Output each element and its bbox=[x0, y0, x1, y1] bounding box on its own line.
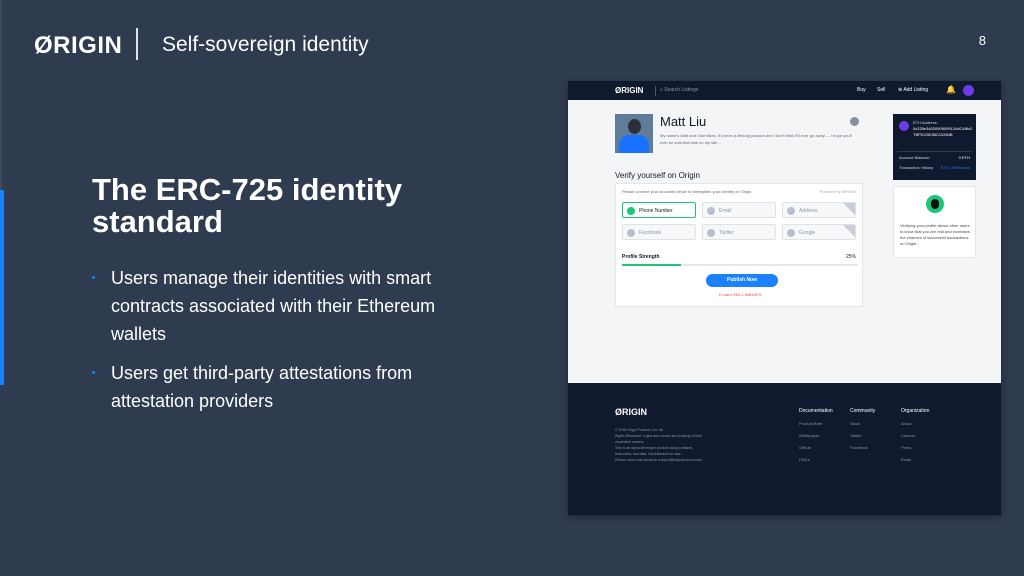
page-number: 8 bbox=[978, 33, 986, 48]
slide-edge-strip bbox=[0, 0, 2, 190]
attestation-twitter[interactable]: Twitter bbox=[702, 224, 776, 240]
google-icon bbox=[787, 229, 795, 237]
profile-photo bbox=[615, 114, 653, 153]
header-divider bbox=[136, 28, 138, 60]
facebook-icon bbox=[627, 229, 635, 237]
locked-corner-icon bbox=[843, 225, 855, 237]
wallet-avatar-icon bbox=[899, 121, 909, 131]
verify-footer-note: To earn SKILL BADGES bbox=[718, 292, 762, 297]
profile-strength-label: Profile Strength bbox=[622, 254, 660, 260]
footer-link[interactable]: Press bbox=[901, 445, 929, 450]
attestation-label: Email bbox=[719, 208, 732, 214]
nav-sell-link[interactable]: Sell bbox=[877, 87, 885, 93]
nav-divider bbox=[655, 86, 656, 96]
profile-body-shape bbox=[619, 135, 649, 153]
app-logo[interactable]: ØRIGIN bbox=[615, 86, 643, 95]
footer-heading: Organization bbox=[901, 408, 930, 414]
footer-link[interactable]: Slack bbox=[850, 421, 875, 426]
wallet-divider bbox=[897, 151, 972, 152]
verify-card: Please connect your accounts below to st… bbox=[615, 183, 863, 307]
verify-title: Verify yourself on Origin bbox=[615, 171, 700, 180]
bullet-list: Users manage their identities with smart… bbox=[92, 264, 472, 426]
app-footer: ØRIGIN © 2018 Origin Protocol, Inc. All … bbox=[568, 383, 1001, 515]
tip-text: Verifying your profile allows other user… bbox=[900, 223, 970, 246]
copyright-line: Please report any issues to support@orig… bbox=[615, 458, 703, 462]
attestation-facebook[interactable]: Facebook bbox=[622, 224, 696, 240]
twitter-icon bbox=[707, 229, 715, 237]
footer-link[interactable]: Twitter bbox=[850, 433, 875, 438]
bullet-item: Users manage their identities with smart… bbox=[92, 264, 472, 348]
account-balance-label: Account Balance: bbox=[899, 155, 931, 160]
attestation-label: Phone Number bbox=[639, 208, 673, 214]
phone-icon bbox=[627, 207, 635, 215]
origin-logo: ØRIGIN bbox=[34, 32, 123, 59]
bell-icon[interactable]: 🔔 bbox=[946, 85, 956, 94]
slide-subtitle: Self-sovereign identity bbox=[162, 33, 369, 56]
locked-corner-icon bbox=[843, 203, 855, 215]
edit-profile-icon[interactable] bbox=[850, 117, 859, 126]
footer-link[interactable]: About bbox=[901, 421, 929, 426]
footer-column-documentation: Documentation Product Brief Whitepaper G… bbox=[799, 408, 833, 469]
profile-strength-fill bbox=[622, 264, 681, 266]
footer-link[interactable]: Product Brief bbox=[799, 421, 833, 426]
eth-address-value: 0x225e34020909099124dC4f6c2TBFDC5D38C102… bbox=[913, 126, 973, 137]
add-listing-label: Add Listing bbox=[903, 87, 929, 93]
email-icon bbox=[707, 207, 715, 215]
transaction-history-label: Transaction History bbox=[899, 165, 934, 170]
profile-strength-value: 25% bbox=[845, 254, 856, 260]
bullet-dot-icon bbox=[92, 276, 95, 279]
footer-heading: Documentation bbox=[799, 408, 833, 414]
footer-link[interactable]: FAQ's bbox=[799, 457, 833, 462]
bullet-text: Users get third-party attestations from … bbox=[111, 363, 413, 411]
footer-link[interactable]: Github bbox=[799, 445, 833, 450]
tip-avatar-icon bbox=[926, 195, 944, 213]
footer-link[interactable]: Facebook bbox=[850, 445, 875, 450]
eth-address-label: ETH Address: bbox=[913, 120, 938, 125]
avatar-icon[interactable] bbox=[963, 85, 974, 96]
search-input[interactable]: ⌕ Search Listings bbox=[660, 87, 698, 93]
footer-column-organization: Organization About Careers Press Email bbox=[901, 408, 929, 469]
nav-buy-link[interactable]: Buy bbox=[857, 87, 866, 93]
verification-tip-card: Verifying your profile allows other user… bbox=[893, 186, 976, 258]
profile-strength-bar bbox=[622, 264, 858, 266]
attestation-label: Address bbox=[799, 208, 818, 214]
profile-head-shape bbox=[628, 119, 641, 134]
attestation-google[interactable]: Google bbox=[782, 224, 856, 240]
attestation-phone[interactable]: Phone Number bbox=[622, 202, 696, 218]
powered-by: Powered by ØRIGIN bbox=[819, 189, 856, 194]
wallet-card: ETH Address: 0x225e34020909099124dC4f6c2… bbox=[893, 114, 976, 180]
publish-now-button[interactable]: Publish Now bbox=[706, 274, 778, 287]
attestation-label: Facebook bbox=[639, 230, 661, 236]
footer-column-community: Community Slack Twitter Facebook bbox=[850, 408, 875, 457]
search-placeholder: Search Listings bbox=[664, 87, 699, 93]
attestation-email[interactable]: Email bbox=[702, 202, 776, 218]
etherscan-link[interactable]: ETH | Etherscan bbox=[941, 165, 970, 170]
address-icon bbox=[787, 207, 795, 215]
slide-headline: The ERC-725 identity standard bbox=[92, 172, 403, 239]
footer-link[interactable]: Email bbox=[901, 457, 929, 462]
footer-logo: ØRIGIN bbox=[615, 407, 648, 417]
bullet-item: Users get third-party attestations from … bbox=[92, 359, 472, 415]
attestation-address[interactable]: Address bbox=[782, 202, 856, 218]
attestation-label: Google bbox=[799, 230, 816, 236]
bullet-dot-icon bbox=[92, 371, 95, 374]
verify-instruction: Please connect your accounts below to st… bbox=[622, 189, 753, 194]
profile-name: Matt Liu bbox=[660, 114, 707, 129]
add-listing-button[interactable]: ⊕ Add Listing bbox=[898, 87, 928, 93]
app-nav-bar: ØRIGIN ⌕ Search Listings Buy Sell ⊕ Add … bbox=[568, 81, 1001, 100]
footer-link[interactable]: Careers bbox=[901, 433, 929, 438]
profile-bio: My name's Matt and I like bikes. It's be… bbox=[660, 133, 853, 145]
footer-heading: Community bbox=[850, 408, 876, 414]
slide-edge-accent bbox=[0, 190, 4, 385]
bullet-text: Users manage their identities with smart… bbox=[111, 268, 436, 344]
attestation-label: Twitter bbox=[719, 230, 734, 236]
account-balance-value: 0 ETH bbox=[958, 155, 970, 160]
app-screenshot: ØRIGIN ⌕ Search Listings Buy Sell ⊕ Add … bbox=[568, 81, 1001, 515]
footer-link[interactable]: Whitepaper bbox=[799, 433, 833, 438]
footer-copyright: © 2018 Origin Protocol, Inc. All Rights … bbox=[615, 427, 715, 463]
